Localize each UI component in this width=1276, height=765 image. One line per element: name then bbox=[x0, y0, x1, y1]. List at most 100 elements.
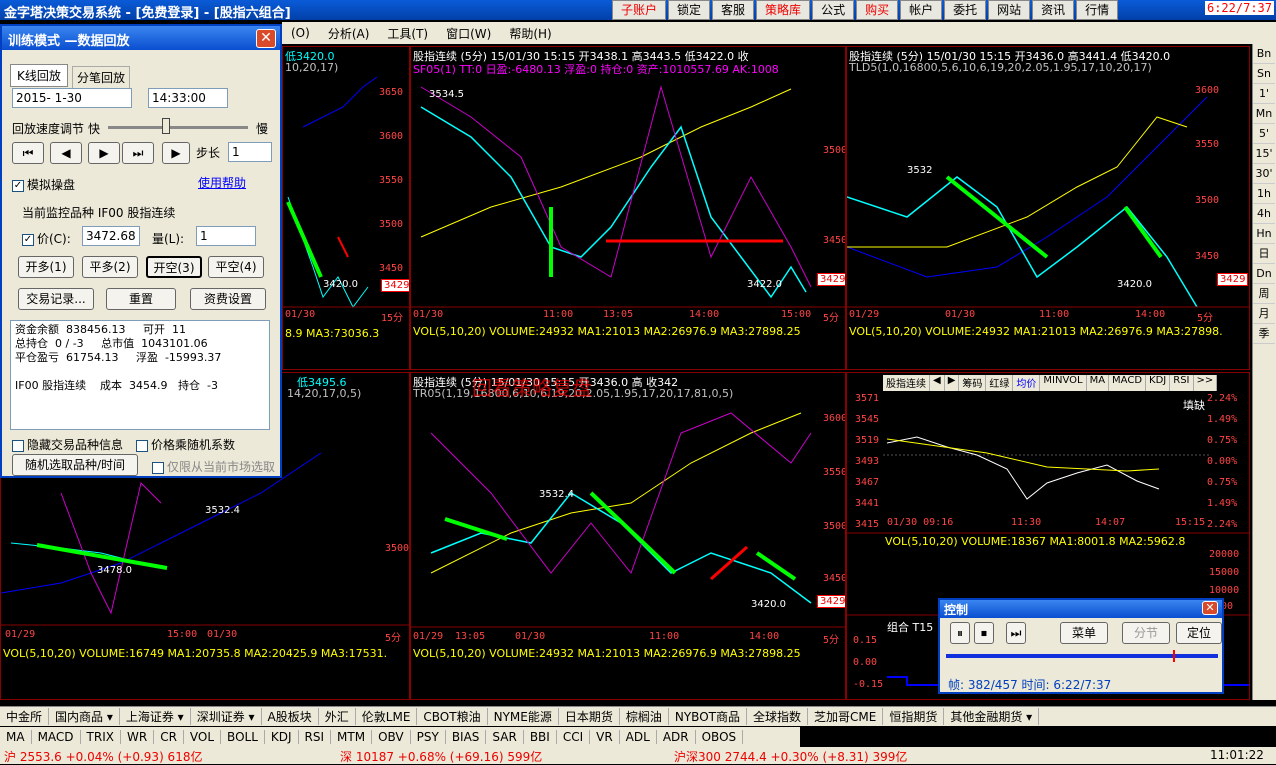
top-button-2[interactable]: 客服 bbox=[712, 0, 755, 20]
market-tab-7[interactable]: CBOT粮油 bbox=[417, 708, 488, 725]
indicator-tab-15[interactable]: CCI bbox=[557, 730, 591, 744]
menu-button[interactable]: 菜单 bbox=[1060, 622, 1108, 644]
random-pick-button[interactable]: 随机选取品种/时间 bbox=[12, 454, 138, 476]
open-short-button[interactable]: 开空(3) bbox=[146, 256, 202, 278]
period-button-8[interactable]: 4h bbox=[1253, 204, 1275, 224]
fast-forward-button[interactable]: ⏭ bbox=[122, 142, 154, 164]
market-tab-14[interactable]: 恒指期货 bbox=[883, 708, 945, 725]
indicator-tab-8[interactable]: RSI bbox=[299, 730, 332, 744]
dialog-close-button[interactable]: ✕ bbox=[256, 29, 276, 48]
top-button-0[interactable]: 子账户 bbox=[612, 0, 667, 20]
indicator-tab-5[interactable]: VOL bbox=[184, 730, 222, 744]
period-button-9[interactable]: Hn bbox=[1253, 224, 1275, 244]
indicator-tab-13[interactable]: SAR bbox=[486, 730, 524, 744]
period-button-14[interactable]: 季 bbox=[1253, 324, 1275, 344]
period-button-2[interactable]: 1' bbox=[1253, 84, 1275, 104]
indicator-tab-17[interactable]: ADL bbox=[620, 730, 657, 744]
pause-icon[interactable]: ⏸ bbox=[950, 622, 970, 644]
chart-panel-3[interactable]: 股指连续 (5分) 15/01/30 15:15 开3436.0 高3441.4… bbox=[846, 46, 1250, 370]
speed-slider-thumb[interactable] bbox=[162, 118, 170, 134]
price-input[interactable]: 3472.68 bbox=[82, 226, 140, 246]
top-button-10[interactable]: 行情 bbox=[1076, 0, 1119, 20]
period-button-4[interactable]: 5' bbox=[1253, 124, 1275, 144]
section-button[interactable]: 分节 bbox=[1122, 622, 1170, 644]
market-tab-0[interactable]: 中金所 bbox=[0, 708, 50, 725]
reset-button[interactable]: 重置 bbox=[106, 288, 176, 310]
period-button-5[interactable]: 15' bbox=[1253, 144, 1275, 164]
indicator-tab-1[interactable]: MACD bbox=[32, 730, 81, 744]
stop-icon[interactable]: ⏹ bbox=[974, 622, 994, 644]
market-tab-11[interactable]: NYBOT商品 bbox=[669, 708, 747, 725]
tab-kline-replay[interactable]: K线回放 bbox=[10, 64, 68, 87]
trade-records-button[interactable]: 交易记录... bbox=[18, 288, 94, 310]
play-button[interactable]: ▶ bbox=[162, 142, 190, 164]
chart-panel-5[interactable]: 股指连续 (5分) 15/01/30 15:15 开3436.0 高 收342 … bbox=[410, 372, 846, 700]
indicator-tab-6[interactable]: BOLL bbox=[221, 730, 265, 744]
close-long-button[interactable]: 平多(2) bbox=[82, 256, 138, 278]
period-button-0[interactable]: Bn bbox=[1253, 44, 1275, 64]
menu-item-1[interactable]: 分析(A) bbox=[319, 25, 379, 42]
step-back-button[interactable]: ◀ bbox=[50, 142, 82, 164]
top-button-1[interactable]: 锁定 bbox=[668, 0, 711, 20]
top-button-9[interactable]: 资讯 bbox=[1032, 0, 1075, 20]
control-close-button[interactable]: ✕ bbox=[1202, 601, 1218, 615]
period-button-11[interactable]: Dn bbox=[1253, 264, 1275, 284]
indicator-tab-16[interactable]: VR bbox=[590, 730, 620, 744]
market-tab-8[interactable]: NYME能源 bbox=[488, 708, 559, 725]
indicator-tab-0[interactable]: MA bbox=[0, 730, 32, 744]
tab-tick-replay[interactable]: 分笔回放 bbox=[72, 66, 131, 89]
market-tab-12[interactable]: 全球指数 bbox=[747, 708, 808, 725]
step-forward-button[interactable]: ▶ bbox=[88, 142, 120, 164]
top-button-4[interactable]: 公式 bbox=[812, 0, 855, 20]
locate-button[interactable]: 定位 bbox=[1176, 622, 1222, 644]
market-tab-6[interactable]: 伦敦LME bbox=[356, 708, 418, 725]
indicator-tab-7[interactable]: KDJ bbox=[265, 730, 299, 744]
qty-input[interactable]: 1 bbox=[196, 226, 256, 246]
open-long-button[interactable]: 开多(1) bbox=[18, 256, 74, 278]
next-frame-icon[interactable]: ⏭ bbox=[1006, 622, 1026, 644]
date-picker[interactable]: 2015- 1-30 bbox=[12, 88, 132, 108]
menu-item-2[interactable]: 工具(T) bbox=[378, 25, 437, 42]
top-button-7[interactable]: 委托 bbox=[944, 0, 987, 20]
market-tab-1[interactable]: 国内商品 ▾ bbox=[49, 708, 120, 725]
menu-item-4[interactable]: 帮助(H) bbox=[500, 25, 560, 42]
top-button-3[interactable]: 策略库 bbox=[756, 0, 811, 20]
time-input[interactable]: 14:33:00 bbox=[148, 88, 228, 108]
period-button-10[interactable]: 日 bbox=[1253, 244, 1275, 264]
step-input[interactable]: 1 bbox=[228, 142, 272, 162]
market-tab-5[interactable]: 外汇 bbox=[319, 708, 356, 725]
chart-panel-1[interactable]: 低3420.0 10,20,17) 3650 3600 3550 3500 34… bbox=[282, 46, 410, 370]
indicator-tab-11[interactable]: PSY bbox=[411, 730, 446, 744]
progress-bar[interactable] bbox=[946, 654, 1218, 658]
period-button-3[interactable]: Mn bbox=[1253, 104, 1275, 124]
chart-panel-2[interactable]: 股指连续 (5分) 15/01/30 15:15 开3438.1 高3443.5… bbox=[410, 46, 846, 370]
indicator-tab-18[interactable]: ADR bbox=[657, 730, 696, 744]
market-tab-2[interactable]: 上海证券 ▾ bbox=[120, 708, 191, 725]
close-short-button[interactable]: 平空(4) bbox=[208, 256, 264, 278]
period-button-1[interactable]: Sn bbox=[1253, 64, 1275, 84]
indicator-tab-14[interactable]: BBI bbox=[524, 730, 557, 744]
period-button-6[interactable]: 30' bbox=[1253, 164, 1275, 184]
period-button-12[interactable]: 周 bbox=[1253, 284, 1275, 304]
random-coef-checkbox[interactable] bbox=[136, 439, 148, 452]
menu-item-0[interactable]: (O) bbox=[282, 26, 319, 40]
price-checkbox[interactable]: ✓ bbox=[22, 233, 34, 246]
menu-item-3[interactable]: 窗口(W) bbox=[437, 25, 500, 42]
current-only-checkbox[interactable] bbox=[152, 461, 164, 474]
market-tab-13[interactable]: 芝加哥CME bbox=[808, 708, 884, 725]
indicator-tab-2[interactable]: TRIX bbox=[81, 730, 121, 744]
fee-settings-button[interactable]: 资费设置 bbox=[190, 288, 266, 310]
indicator-tab-10[interactable]: OBV bbox=[372, 730, 411, 744]
help-link[interactable]: 使用帮助 bbox=[198, 174, 246, 191]
rewind-start-button[interactable]: ⏮ bbox=[12, 142, 44, 164]
market-tab-15[interactable]: 其他金融期货 ▾ bbox=[944, 708, 1040, 725]
hide-info-checkbox[interactable] bbox=[12, 439, 24, 452]
market-tab-10[interactable]: 棕榈油 bbox=[620, 708, 669, 725]
market-tab-3[interactable]: 深圳证券 ▾ bbox=[191, 708, 262, 725]
simulate-checkbox[interactable]: ✓ bbox=[12, 179, 24, 192]
market-tab-4[interactable]: A股板块 bbox=[262, 708, 319, 725]
indicator-tab-9[interactable]: MTM bbox=[331, 730, 373, 744]
indicator-tab-12[interactable]: BIAS bbox=[446, 730, 487, 744]
indicator-tab-3[interactable]: WR bbox=[121, 730, 155, 744]
top-button-6[interactable]: 帐户 bbox=[900, 0, 943, 20]
